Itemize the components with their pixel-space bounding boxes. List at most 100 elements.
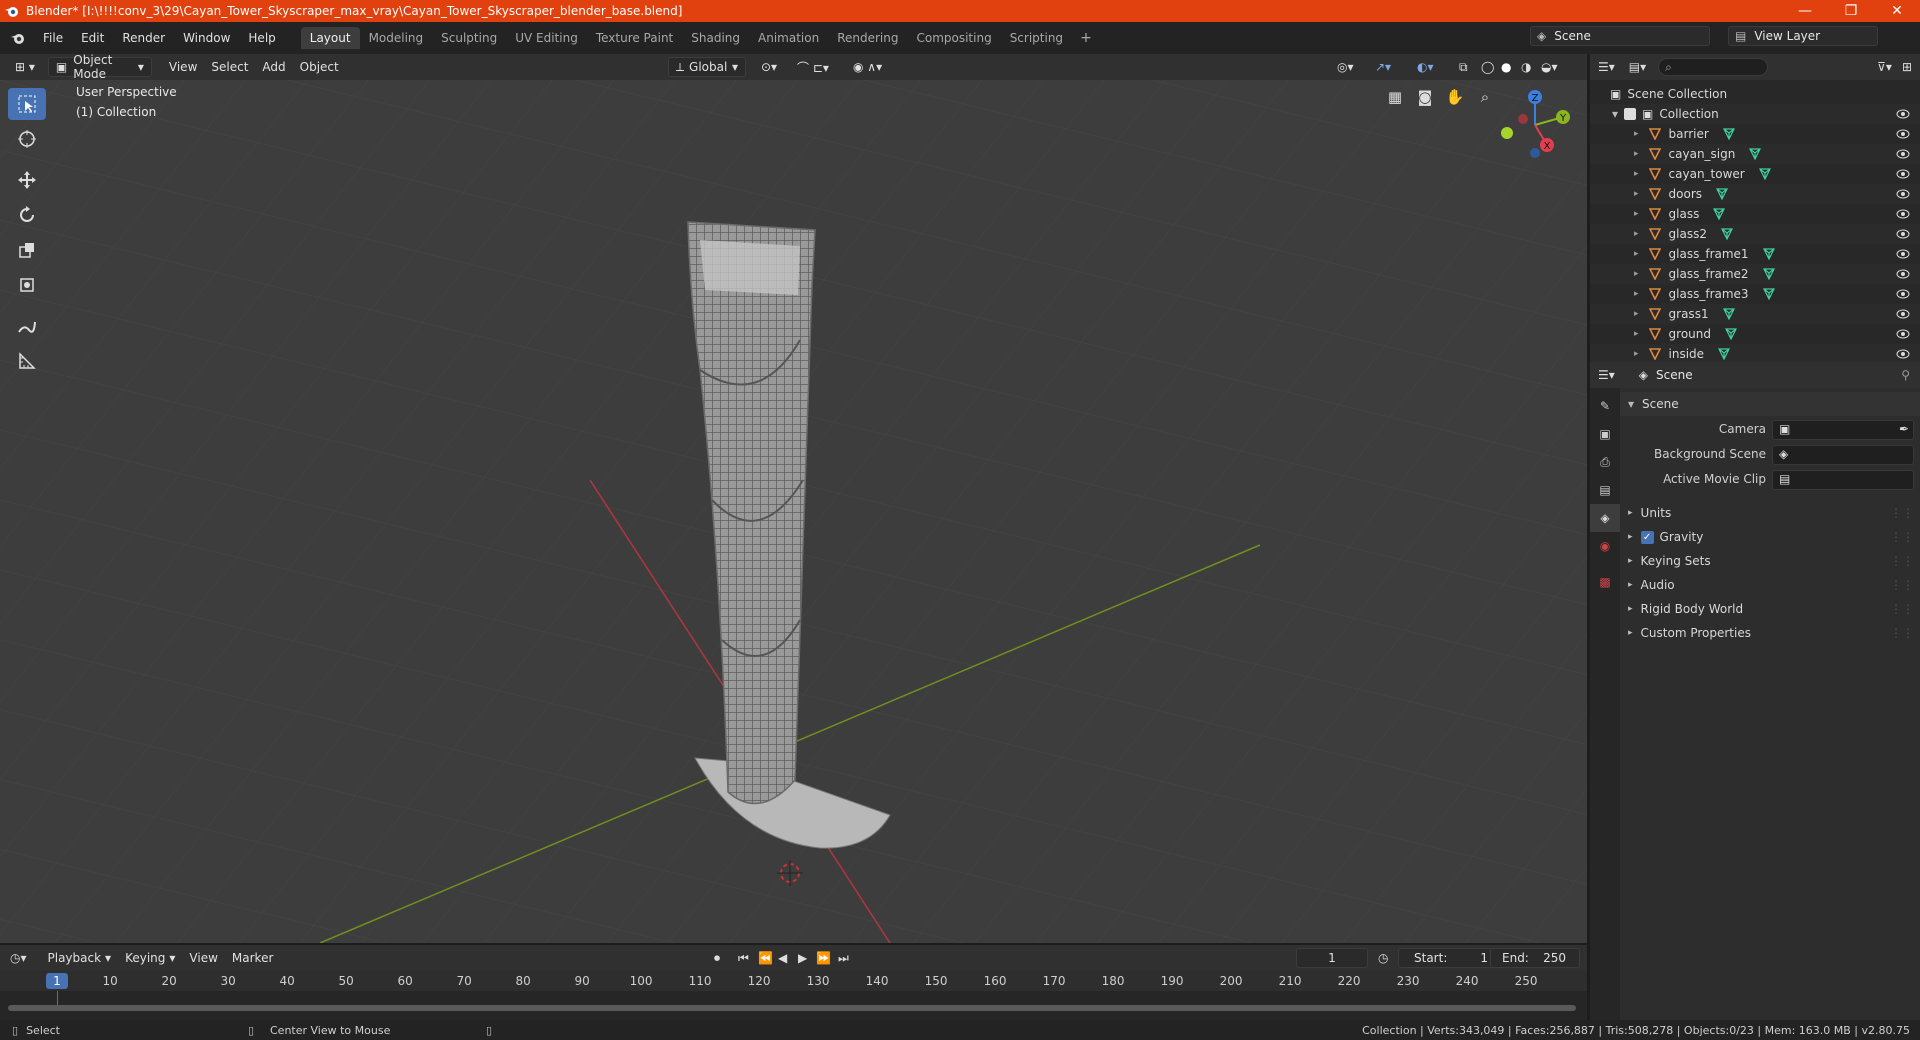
eye-icon[interactable] [1896,249,1910,259]
world-tab-icon[interactable]: ◉ [1590,532,1620,560]
eye-icon[interactable] [1896,309,1910,319]
eye-icon[interactable] [1896,209,1910,219]
tab-scripting[interactable]: Scripting [1001,27,1072,49]
eye-icon[interactable] [1896,269,1910,279]
section-custom-properties[interactable]: ▸ Custom Properties ⋮⋮ [1620,621,1920,645]
editor-type-button[interactable]: ⊞ ▾ [8,57,42,77]
tab-layout[interactable]: Layout [300,27,360,49]
overlays-icon[interactable]: ◐▾ [1410,57,1441,77]
annotate-tool-icon[interactable] [8,310,46,342]
tab-animation[interactable]: Animation [749,27,828,49]
menu-playback[interactable]: Playback ▾ [41,948,119,968]
outliner-item-inside[interactable]: ▸ inside [1590,344,1920,364]
preview-range-icon[interactable]: ◷ [1378,951,1388,965]
outliner-item-cayan-sign[interactable]: ▸ cayan_sign [1590,144,1920,164]
view-layer-selector[interactable]: ▤ View Layer [1728,26,1878,46]
toggle-camera-grid-icon[interactable]: ▦ [1383,88,1407,112]
eyedropper-icon[interactable]: ✒ [1899,422,1909,436]
drag-handle-icon[interactable]: ⋮⋮ [1890,602,1914,616]
outliner-item-glass-frame2[interactable]: ▸ glass_frame2 [1590,264,1920,284]
expand-arrow-icon[interactable]: ▸ [1634,309,1639,319]
outliner-item-grass1[interactable]: ▸ grass1 [1590,304,1920,324]
outliner-item-barrier[interactable]: ▸ barrier [1590,124,1920,144]
texture-tab-icon[interactable]: ▩ [1590,568,1620,596]
timeline-editor-type-icon[interactable]: ◷▾ [10,951,27,965]
menu-help[interactable]: Help [239,31,284,45]
snap-icon[interactable]: ⌒ ⊏▾ [790,57,836,77]
pin-icon[interactable]: ⚲ [1901,368,1910,382]
timeline-scrollbar[interactable] [8,1005,1576,1011]
tab-rendering[interactable]: Rendering [828,27,907,49]
add-workspace-button[interactable]: + [1072,30,1100,46]
tab-texture-paint[interactable]: Texture Paint [587,27,682,49]
transform-tool-icon[interactable] [8,269,46,301]
outliner-item-glass[interactable]: ▸ glass [1590,204,1920,224]
expand-arrow-icon[interactable]: ▸ [1634,129,1639,139]
mode-dropdown[interactable]: ▣ Object Mode ▾ [47,53,152,81]
drag-handle-icon[interactable]: ⋮⋮ [1890,578,1914,592]
display-mode-icon[interactable]: ▤▾ [1629,60,1646,74]
maximize-button[interactable]: ❐ [1828,0,1874,22]
blender-menu-icon[interactable] [10,30,26,46]
eye-icon[interactable] [1896,169,1910,179]
scene-tab-icon[interactable]: ◈ [1590,504,1620,532]
properties-editor-type-icon[interactable]: ☰▾ [1598,368,1615,382]
menu-keying[interactable]: Keying ▾ [118,948,182,968]
tab-sculpting[interactable]: Sculpting [432,27,506,49]
transform-orientation-dropdown[interactable]: ⟂ Global ▾ [668,57,746,77]
visibility-icon[interactable]: ◎▾ [1330,57,1361,77]
menu-add[interactable]: Add [255,57,292,77]
gravity-checkbox[interactable]: ✓ [1640,530,1654,544]
3d-viewport[interactable]: User Perspective (1) Collection ▦ ◙ ✋ ⌕ … [0,80,1587,943]
section-keying-sets[interactable]: ▸ Keying Sets ⋮⋮ [1620,549,1920,573]
expand-arrow-icon[interactable]: ▸ [1634,329,1639,339]
proportional-editing-icon[interactable]: ◉ ∧▾ [846,57,889,77]
section-rigid-body-world[interactable]: ▸ Rigid Body World ⋮⋮ [1620,597,1920,621]
tab-uv-editing[interactable]: UV Editing [506,27,587,49]
end-frame-field[interactable]: End: 250 [1490,948,1580,968]
current-frame-field[interactable]: 1 [1296,948,1368,968]
camera-view-icon[interactable]: ◙ [1413,88,1437,112]
menu-window[interactable]: Window [174,31,239,45]
expand-arrow-icon[interactable]: ▾ [1612,107,1618,121]
menu-marker[interactable]: Marker [225,948,280,968]
menu-render[interactable]: Render [113,31,174,45]
background-scene-field[interactable]: ◈ [1772,445,1914,465]
checkbox-icon[interactable] [1624,108,1637,120]
prev-keyframe-button[interactable]: ⏪ [758,951,773,965]
outliner-item-cayan-tower[interactable]: ▸ cayan_tower [1590,164,1920,184]
cursor-tool-icon[interactable] [8,123,46,155]
drag-handle-icon[interactable]: ⋮⋮ [1890,506,1914,520]
zoom-icon[interactable]: ⌕ [1473,88,1497,112]
new-collection-icon[interactable]: ⊞ [1902,60,1912,74]
expand-arrow-icon[interactable]: ▸ [1634,289,1639,299]
eye-icon[interactable] [1896,229,1910,239]
scene-panel-header[interactable]: ▾ Scene [1620,392,1920,416]
section-audio[interactable]: ▸ Audio ⋮⋮ [1620,573,1920,597]
eye-icon[interactable] [1896,349,1910,359]
next-keyframe-button[interactable]: ⏩ [816,951,831,965]
outliner-item-doors[interactable]: ▸ doors [1590,184,1920,204]
select-box-tool-icon[interactable] [8,88,46,120]
menu-view[interactable]: View [162,57,204,77]
expand-arrow-icon[interactable]: ▸ [1634,189,1639,199]
expand-arrow-icon[interactable]: ▸ [1634,149,1639,159]
outliner-search-input[interactable]: ⌕ [1658,58,1769,76]
scene-selector[interactable]: ◈ Scene [1530,26,1710,46]
scale-tool-icon[interactable] [8,234,46,266]
gizmo-toggle-icon[interactable]: ↗▾ [1368,57,1398,77]
pan-hand-icon[interactable]: ✋ [1443,88,1467,112]
eye-icon[interactable] [1896,289,1910,299]
outliner-item-glass2[interactable]: ▸ glass2 [1590,224,1920,244]
menu-file[interactable]: File [34,31,72,45]
rendered-shading-icon[interactable]: ◒▾ [1534,57,1565,77]
jump-start-button[interactable]: ⏮ [738,951,749,966]
jump-end-button[interactable]: ⏭ [838,951,849,966]
eye-icon[interactable] [1896,189,1910,199]
eye-icon[interactable] [1896,329,1910,339]
timeline-body[interactable] [0,991,1587,1020]
outliner-collection[interactable]: ▾ ▣ Collection [1590,104,1920,124]
tab-shading[interactable]: Shading [682,27,749,49]
section-units[interactable]: ▸ Units ⋮⋮ [1620,501,1920,525]
drag-handle-icon[interactable]: ⋮⋮ [1890,626,1914,640]
